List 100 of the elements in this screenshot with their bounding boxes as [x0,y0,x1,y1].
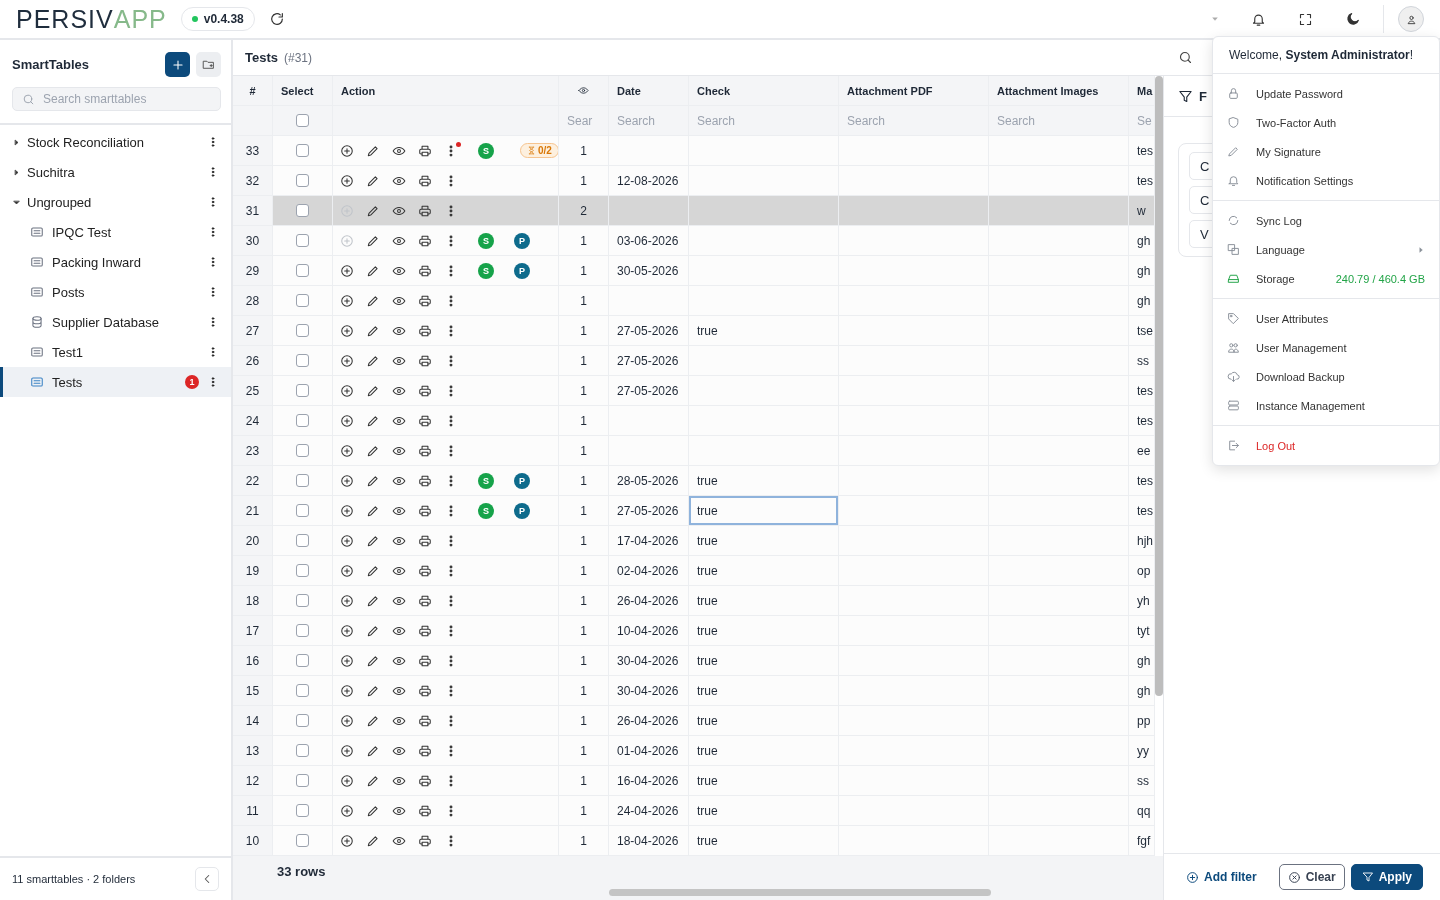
add-circle-icon[interactable] [340,173,354,188]
add-circle-icon[interactable] [340,833,354,848]
menu-item[interactable]: Two-Factor Auth [1213,108,1439,137]
table-row[interactable]: 20 1 17-04-2026 true hjh [233,526,1155,556]
pencil-icon[interactable] [366,833,380,848]
printer-icon[interactable] [418,143,432,158]
add-circle-icon[interactable] [340,323,354,338]
printer-icon[interactable] [418,503,432,518]
pencil-icon[interactable] [366,623,380,638]
add-circle-icon[interactable] [340,683,354,698]
table-row[interactable]: 28 1 gh [233,286,1155,316]
row-checkbox[interactable] [296,774,309,787]
table-item[interactable]: Packing Inward [0,247,231,277]
printer-icon[interactable] [418,743,432,758]
moon-icon[interactable] [1345,11,1361,27]
pencil-icon[interactable] [366,203,380,218]
add-circle-icon[interactable] [340,533,354,548]
pencil-icon[interactable] [366,473,380,488]
row-checkbox[interactable] [296,504,309,517]
table-row[interactable]: 24 1 tes [233,406,1155,436]
printer-icon[interactable] [418,773,432,788]
table-row[interactable]: 32 1 12-08-2026 tes [233,166,1155,196]
table-row[interactable]: 22 S P 1 28-05-2026 true tes [233,466,1155,496]
printer-icon[interactable] [418,173,432,188]
menu-item[interactable]: User Attributes [1213,304,1439,333]
pencil-icon[interactable] [366,593,380,608]
printer-icon[interactable] [418,623,432,638]
table-item[interactable]: IPQC Test [0,217,231,247]
menu-item[interactable]: My Signature [1213,137,1439,166]
table-row[interactable]: 15 1 30-04-2026 true gh [233,676,1155,706]
add-circle-icon[interactable] [340,773,354,788]
menu-item[interactable]: Update Password [1213,79,1439,108]
printer-icon[interactable] [418,443,432,458]
printer-icon[interactable] [418,203,432,218]
table-row[interactable]: 17 1 10-04-2026 true tyt [233,616,1155,646]
printer-icon[interactable] [418,323,432,338]
add-circle-icon[interactable] [340,743,354,758]
refresh-icon[interactable] [268,11,285,27]
table-row[interactable]: 12 1 16-04-2026 true ss [233,766,1155,796]
table-row[interactable]: 29 S P 1 30-05-2026 gh [233,256,1155,286]
add-filter-button[interactable]: Add filter [1182,864,1261,890]
row-checkbox[interactable] [296,744,309,757]
printer-icon[interactable] [418,593,432,608]
table-row[interactable]: 23 1 ee [233,436,1155,466]
row-checkbox[interactable] [296,444,309,457]
add-circle-icon[interactable] [340,413,354,428]
add-circle-icon[interactable] [340,653,354,668]
menu-item[interactable]: Storage 240.79 / 460.4 GB [1213,264,1439,293]
add-circle-icon[interactable] [340,473,354,488]
table-row[interactable]: 11 1 24-04-2026 true qq [233,796,1155,826]
table-row[interactable]: 25 1 27-05-2026 tes [233,376,1155,406]
add-circle-icon[interactable] [340,263,354,278]
row-checkbox[interactable] [296,534,309,547]
pencil-icon[interactable] [366,323,380,338]
folder-item[interactable]: Ungrouped [0,187,231,217]
menu-item[interactable]: User Management [1213,333,1439,362]
printer-icon[interactable] [418,353,432,368]
printer-icon[interactable] [418,713,432,728]
add-circle-icon[interactable] [340,803,354,818]
row-checkbox[interactable] [296,564,309,577]
add-circle-icon[interactable] [340,293,354,308]
column-header[interactable]: Attachment Images [989,76,1129,105]
pencil-icon[interactable] [366,353,380,368]
printer-icon[interactable] [418,473,432,488]
table-item[interactable]: Test1 [0,337,231,367]
table-row[interactable]: 26 1 27-05-2026 ss [233,346,1155,376]
select-all-checkbox[interactable] [296,114,309,127]
table-row[interactable]: 30 S P 1 03-06-2026 gh [233,226,1155,256]
pencil-icon[interactable] [366,533,380,548]
table-row[interactable]: 14 1 26-04-2026 true pp [233,706,1155,736]
add-circle-icon[interactable] [340,143,354,158]
row-checkbox[interactable] [296,624,309,637]
new-folder-button[interactable] [196,52,221,77]
printer-icon[interactable] [418,653,432,668]
table-row[interactable]: 10 1 18-04-2026 true fgf [233,826,1155,856]
menu-item[interactable]: Sync Log [1213,206,1439,235]
row-checkbox[interactable] [296,174,309,187]
column-header[interactable]: Select [273,76,333,105]
menu-item[interactable]: Instance Management [1213,391,1439,420]
menu-item[interactable]: Language [1213,235,1439,264]
user-avatar[interactable] [1398,6,1424,32]
printer-icon[interactable] [418,833,432,848]
column-header[interactable]: Action [333,76,559,105]
fullscreen-icon[interactable] [1298,11,1313,27]
pencil-icon[interactable] [366,503,380,518]
column-header[interactable]: Date [609,76,689,105]
printer-icon[interactable] [418,533,432,548]
row-checkbox[interactable] [296,474,309,487]
search-icon[interactable] [1178,50,1193,65]
add-circle-icon[interactable] [340,443,354,458]
table-item[interactable]: Posts [0,277,231,307]
row-checkbox[interactable] [296,234,309,247]
printer-icon[interactable] [418,233,432,248]
row-checkbox[interactable] [296,354,309,367]
column-header[interactable]: # [233,76,273,105]
column-header[interactable]: Check [689,76,839,105]
printer-icon[interactable] [418,563,432,578]
table-row[interactable]: 16 1 30-04-2026 true gh [233,646,1155,676]
row-checkbox[interactable] [296,684,309,697]
row-checkbox[interactable] [296,414,309,427]
